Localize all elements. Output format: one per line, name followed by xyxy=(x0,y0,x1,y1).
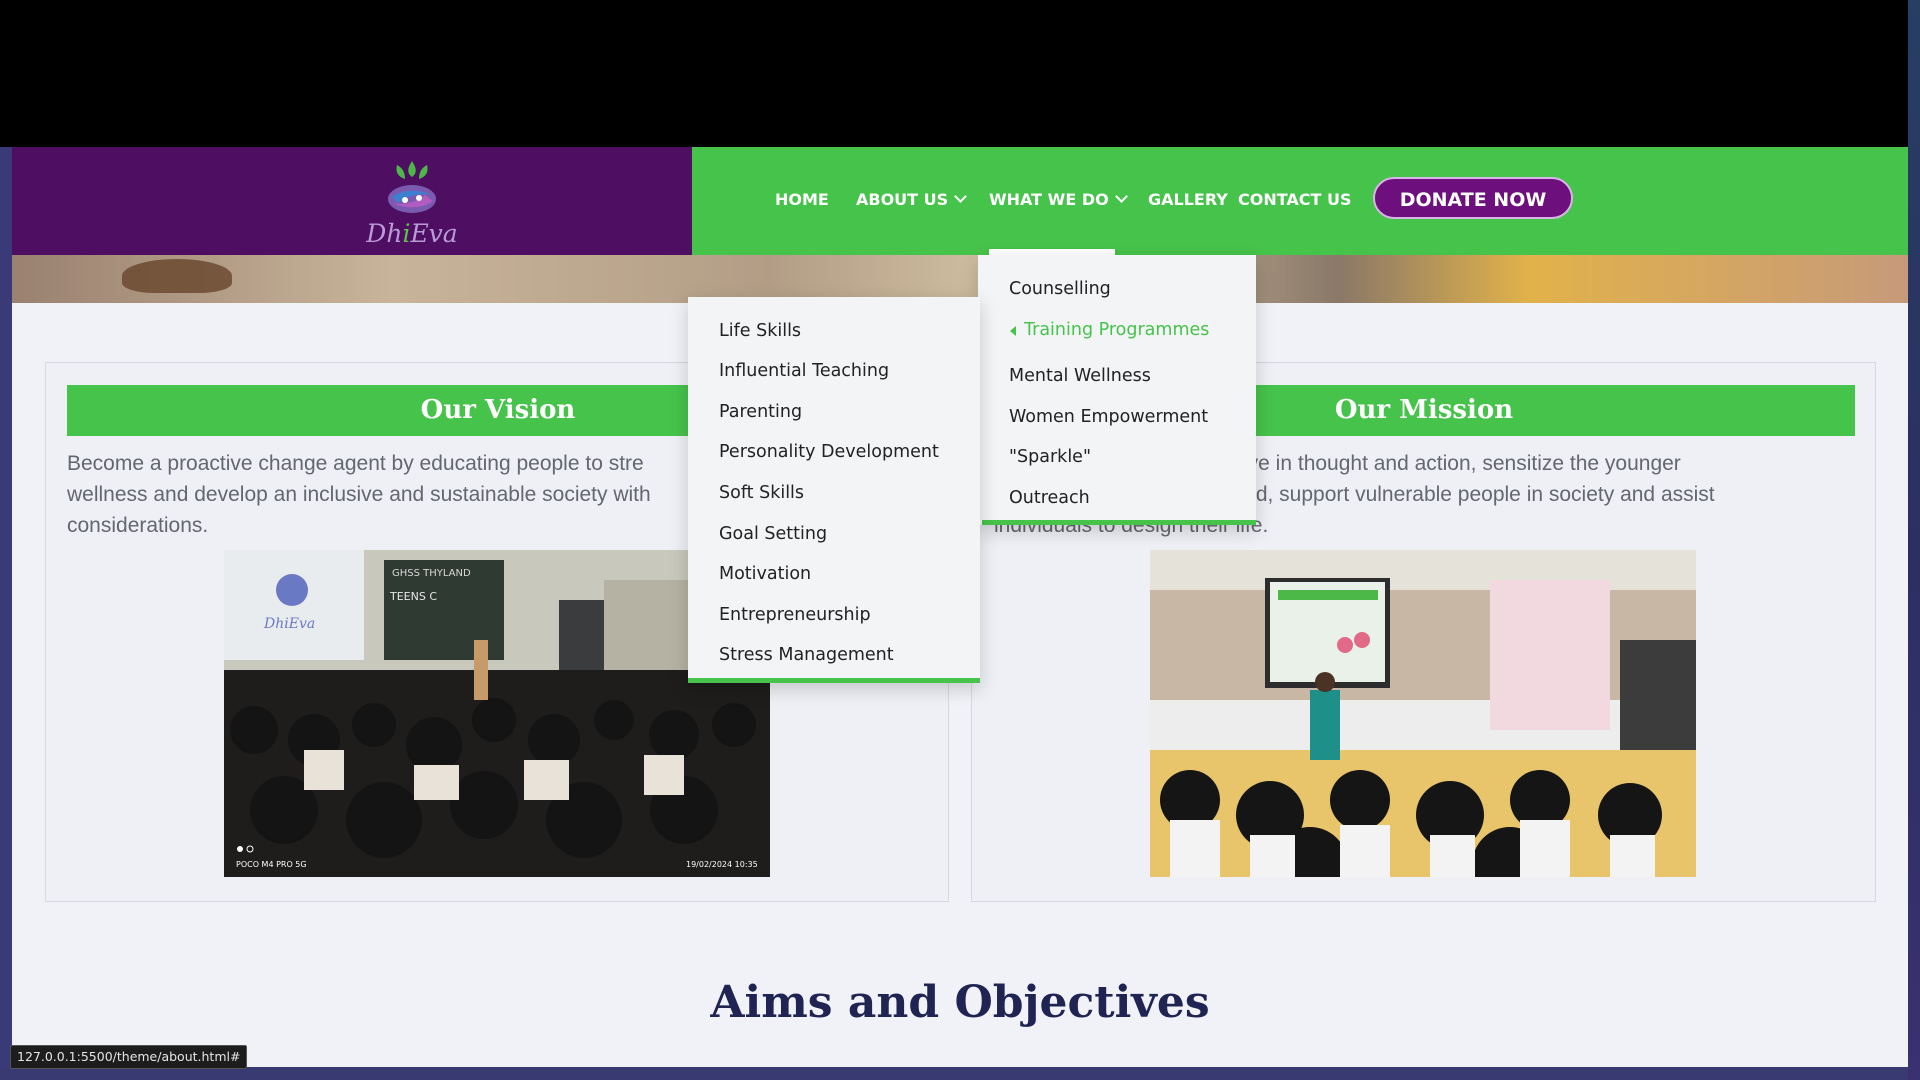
browser-status-url: 127.0.0.1:5500/theme/about.html# xyxy=(10,1045,248,1069)
desktop-bottom-edge xyxy=(0,1067,1908,1080)
submenu-item-stress-management[interactable]: Stress Management xyxy=(719,645,894,665)
nav-home[interactable]: HOME xyxy=(775,190,829,209)
donate-now-button[interactable]: DONATE NOW xyxy=(1373,177,1573,219)
menu-item-counselling[interactable]: Counselling xyxy=(1009,279,1111,299)
submenu-item-soft-skills[interactable]: Soft Skills xyxy=(719,483,804,503)
main-navigation: HOME ABOUT US WHAT WE DO GALLERY CONTACT… xyxy=(692,147,1908,255)
vision-text: Become a proactive change agent by educa… xyxy=(67,452,651,537)
dhieva-logo[interactable]: DhiEva xyxy=(357,153,467,249)
desktop-left-edge xyxy=(0,147,12,1080)
webpage: DhiEva HOME ABOUT US WHAT WE DO GALLERY … xyxy=(12,147,1908,1067)
nav-gallery[interactable]: GALLERY xyxy=(1148,190,1228,209)
logo-emblem-icon xyxy=(388,161,436,213)
photo-banner-text: TEENS C xyxy=(389,590,437,603)
header-logo-panel: DhiEva xyxy=(12,147,692,255)
hero-image-strip xyxy=(12,255,1908,303)
browser-top-black-area xyxy=(0,0,1908,147)
logo-wordmark: DhiEva xyxy=(366,219,458,248)
dropdown-accent-bar xyxy=(982,520,1256,525)
chevron-down-icon xyxy=(954,190,968,203)
submenu-item-motivation[interactable]: Motivation xyxy=(719,564,811,584)
submenu-item-entrepreneurship[interactable]: Entrepreneurship xyxy=(719,605,871,625)
photo-timestamp: 19/02/2024 10:35 xyxy=(686,860,758,869)
menu-item-sparkle[interactable]: "Sparkle" xyxy=(1009,447,1091,467)
what-we-do-dropdown: Counselling Training Programmes Mental W… xyxy=(978,255,1256,525)
submenu-item-life-skills[interactable]: Life Skills xyxy=(719,321,801,341)
nav-what-we-do[interactable]: WHAT WE DO xyxy=(989,190,1128,209)
submenu-item-personality-development[interactable]: Personality Development xyxy=(719,442,939,462)
photo-logo-text: DhiEva xyxy=(263,616,315,632)
submenu-item-goal-setting[interactable]: Goal Setting xyxy=(719,524,827,544)
nav-about-us[interactable]: ABOUT US xyxy=(856,190,968,209)
desktop-right-edge xyxy=(1908,0,1920,1080)
photo-board-text: GHSS THYLAND xyxy=(392,568,471,579)
menu-item-training-programmes[interactable]: Training Programmes xyxy=(1010,320,1209,340)
submenu-item-influential-teaching[interactable]: Influential Teaching xyxy=(719,361,889,381)
training-programmes-submenu: Life Skills Influential Teaching Parenti… xyxy=(688,297,980,683)
menu-item-mental-wellness[interactable]: Mental Wellness xyxy=(1009,366,1151,386)
nav-contact-us[interactable]: CONTACT US xyxy=(1238,190,1352,209)
caret-left-icon xyxy=(1010,326,1016,336)
photo-camera-watermark: POCO M4 PRO 5G xyxy=(236,860,307,869)
aims-heading: Aims and Objectives xyxy=(710,977,1210,1028)
hero-image-detail xyxy=(122,259,232,293)
chevron-down-icon xyxy=(1114,190,1128,203)
menu-item-outreach[interactable]: Outreach xyxy=(1009,488,1090,508)
mission-photo xyxy=(1150,550,1696,877)
submenu-item-parenting[interactable]: Parenting xyxy=(719,402,802,422)
menu-item-women-empowerment[interactable]: Women Empowerment xyxy=(1009,407,1208,427)
submenu-accent-bar xyxy=(688,678,980,683)
